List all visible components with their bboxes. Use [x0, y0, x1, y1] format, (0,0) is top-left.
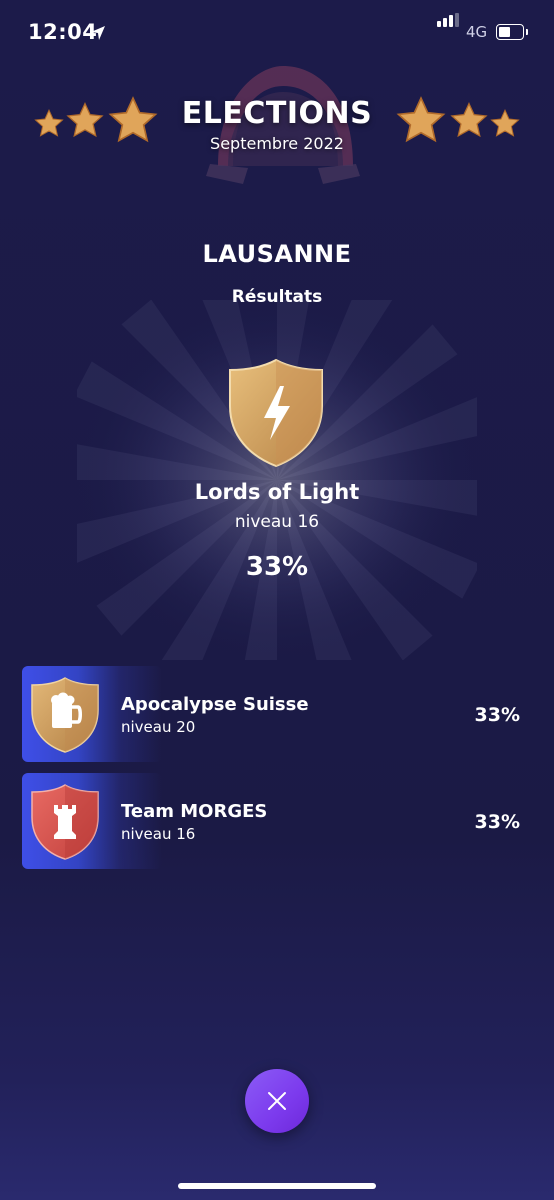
team-level: niveau 16	[121, 825, 196, 843]
rook-tower-shield-icon	[31, 784, 99, 860]
close-icon	[268, 1092, 286, 1110]
page-subtitle: Septembre 2022	[210, 134, 344, 153]
team-name: Apocalypse Suisse	[121, 694, 309, 715]
location-arrow-icon	[91, 26, 105, 40]
network-label: 4G	[466, 23, 488, 41]
winner-team-percent: 33%	[245, 552, 309, 582]
city-name: LAUSANNE	[202, 240, 352, 268]
team-percent: 33%	[474, 811, 520, 833]
team-row[interactable]: Apocalypse Suisse niveau 20 33%	[22, 666, 532, 762]
page-title: ELECTIONS	[181, 96, 373, 131]
team-name: Team MORGES	[121, 801, 268, 822]
close-button[interactable]	[245, 1069, 309, 1133]
winner-team-name: Lords of Light	[194, 480, 360, 504]
winner-team-level: niveau 16	[234, 512, 320, 532]
beer-mug-shield-icon	[31, 677, 99, 753]
battery-icon	[496, 24, 528, 40]
election-header: ELECTIONS Septembre 2022	[0, 66, 554, 206]
team-level: niveau 20	[121, 718, 196, 736]
home-indicator	[178, 1183, 376, 1189]
team-row[interactable]: Team MORGES niveau 16 33%	[22, 773, 532, 869]
lightning-shield-icon	[229, 358, 323, 468]
team-percent: 33%	[474, 704, 520, 726]
status-time: 12:04	[28, 20, 98, 44]
